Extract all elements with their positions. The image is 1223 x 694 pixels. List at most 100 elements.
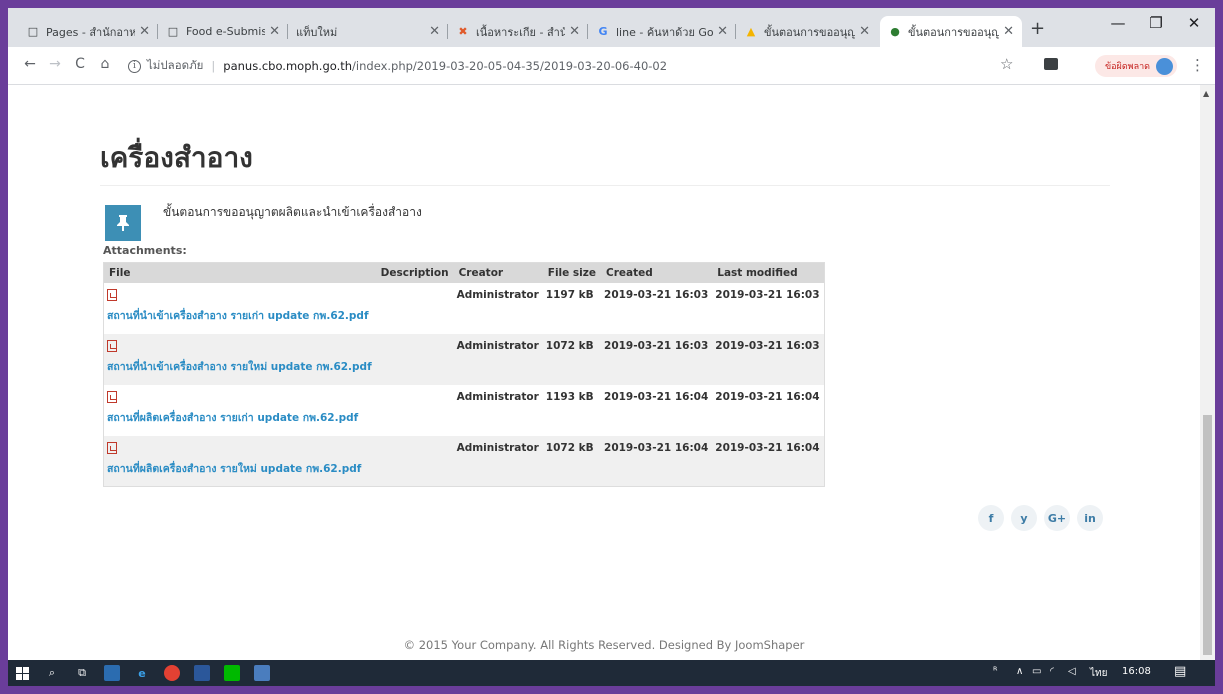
window-close-icon[interactable]: ✕: [1174, 14, 1214, 32]
scrollbar-thumb[interactable]: [1203, 415, 1212, 655]
tab-label: แท็บใหม่: [296, 25, 338, 39]
menu-icon[interactable]: ⋮: [1190, 56, 1205, 74]
browser-window: □ Pages - สำนักอาหาร ✕ □ Food e-Submissi…: [8, 8, 1215, 686]
taskbar: ⌕ ⧉ e ᴿ ∧ ▭ ◜ ◁ ไทย 16:08 ▤: [8, 660, 1215, 686]
info-icon[interactable]: i: [128, 59, 141, 73]
scroll-up-icon[interactable]: ▲: [1203, 89, 1209, 98]
extension-icon[interactable]: [1044, 58, 1058, 70]
description-cell: [376, 283, 454, 334]
creator-cell: Administrator: [453, 333, 543, 385]
windows-start-icon[interactable]: [14, 665, 30, 681]
created-cell: 2019-03-21 16:03: [604, 288, 709, 301]
input-language[interactable]: ไทย: [1090, 666, 1107, 681]
minimize-icon[interactable]: —: [1098, 14, 1138, 32]
file-link[interactable]: สถานที่ผลิตเครื่องสำอาง รายเก่า update ก…: [107, 409, 372, 426]
close-icon[interactable]: ✕: [269, 24, 280, 39]
people-icon[interactable]: ᴿ: [993, 666, 997, 677]
home-icon[interactable]: ⌂: [95, 56, 115, 72]
column-header: Created: [601, 262, 713, 283]
edge-icon[interactable]: e: [134, 665, 150, 681]
tab-google-search[interactable]: G line - ค้นหาด้วย Go ✕: [588, 16, 736, 47]
table-row: สถานที่ผลิตเครื่องสำอาง รายเก่า update ก…: [104, 385, 825, 436]
column-header: File: [103, 262, 376, 283]
attachments-label: Attachments:: [103, 244, 187, 257]
address-bar[interactable]: i ไม่ปลอดภัย | panus.cbo.moph.go.th /ind…: [128, 52, 928, 80]
column-header: Description: [375, 262, 454, 283]
tab-strip: □ Pages - สำนักอาหาร ✕ □ Food e-Submissi…: [8, 8, 1215, 47]
modified-cell: 2019-03-21 16:03: [715, 288, 820, 301]
close-icon[interactable]: ✕: [569, 24, 580, 39]
file-link[interactable]: สถานที่นำเข้าเครื่องสำอาง รายใหม่ update…: [107, 358, 372, 375]
file-cell: สถานที่นำเข้าเครื่องสำอาง รายเก่า update…: [104, 283, 376, 334]
tab-new[interactable]: แท็บใหม่ ✕: [288, 16, 448, 47]
attachments-table: File Description Creator File size Creat…: [103, 262, 825, 487]
close-icon[interactable]: ✕: [859, 24, 870, 39]
browser-toolbar: ← → C ⌂ i ไม่ปลอดภัย | panus.cbo.moph.go…: [8, 47, 1215, 85]
description-cell: [375, 435, 454, 487]
url-path: /index.php/2019-03-20-05-04-35/2019-03-2…: [352, 59, 668, 73]
tab-label: ขั้นตอนการขออนุญ: [908, 25, 1000, 39]
size-cell: 1072 kB: [542, 333, 602, 385]
file-link[interactable]: สถานที่นำเข้าเครื่องสำอาง รายเก่า update…: [107, 307, 372, 324]
error-label: ข้อผิดพลาด: [1105, 62, 1151, 72]
modified-cell: 2019-03-21 16:03: [712, 333, 825, 385]
table-row: สถานที่นำเข้าเครื่องสำอาง รายใหม่ update…: [103, 333, 825, 385]
modified-cell: 2019-03-21 16:04: [712, 435, 825, 487]
tab-drive[interactable]: ▲ ขั้นตอนการขออนุญ ✕: [736, 16, 878, 47]
twitter-icon[interactable]: y: [1011, 505, 1037, 531]
volume-icon[interactable]: ◁: [1068, 666, 1076, 677]
back-arrow-icon[interactable]: ←: [20, 56, 40, 72]
linkedin-icon[interactable]: in: [1077, 505, 1103, 531]
close-icon[interactable]: ✕: [1003, 24, 1014, 39]
scrollbar[interactable]: ▲: [1200, 85, 1215, 660]
tab-joomla[interactable]: ✖ เนื้อหาระเกีย - สำนัก ✕: [448, 16, 588, 47]
tab-active[interactable]: ● ขั้นตอนการขออนุญ ✕: [880, 16, 1022, 47]
table-row: สถานที่ผลิตเครื่องสำอาง รายใหม่ update ก…: [103, 435, 825, 487]
close-icon[interactable]: ✕: [139, 24, 150, 39]
line-icon[interactable]: [224, 665, 240, 681]
battery-icon[interactable]: ▭: [1032, 666, 1041, 677]
created-cell: 2019-03-21 16:04: [601, 435, 713, 487]
wifi-icon[interactable]: ◜: [1050, 666, 1054, 677]
bookmark-star-icon[interactable]: ☆: [1000, 55, 1013, 73]
created-cell: 2019-03-21 16:04: [604, 390, 709, 403]
task-view-icon[interactable]: ⧉: [74, 665, 90, 681]
facebook-icon[interactable]: f: [978, 505, 1004, 531]
word-icon[interactable]: [194, 665, 210, 681]
avatar[interactable]: [1156, 57, 1174, 75]
tab-label: Food e-Submission: [186, 25, 266, 38]
notification-icon[interactable]: ▤: [1174, 664, 1186, 679]
close-icon[interactable]: ✕: [717, 24, 728, 39]
chevron-up-icon[interactable]: ∧: [1016, 666, 1023, 677]
size-cell: 1197 kB: [545, 288, 594, 301]
maximize-icon[interactable]: ❐: [1136, 14, 1176, 32]
google-plus-icon[interactable]: G+: [1044, 505, 1070, 531]
close-icon[interactable]: ✕: [429, 24, 440, 39]
creator-cell: Administrator: [456, 288, 539, 301]
search-icon[interactable]: ⌕: [44, 665, 60, 681]
table-header: File Description Creator File size Creat…: [103, 262, 825, 283]
tab-pages[interactable]: □ Pages - สำนักอาหาร ✕: [18, 16, 158, 47]
file-link[interactable]: สถานที่ผลิตเครื่องสำอาง รายใหม่ update ก…: [107, 460, 372, 477]
new-tab-button[interactable]: +: [1030, 18, 1045, 39]
forward-arrow-icon[interactable]: →: [45, 56, 65, 72]
page-icon: □: [167, 25, 179, 38]
size-cell: 1072 kB: [542, 435, 602, 487]
clock[interactable]: 16:08: [1122, 666, 1151, 677]
creator-cell: Administrator: [456, 390, 539, 403]
tab-label: Pages - สำนักอาหาร: [46, 25, 136, 39]
error-button[interactable]: ข้อผิดพลาด: [1095, 55, 1178, 77]
size-cell: 1193 kB: [545, 390, 594, 403]
tab-label: line - ค้นหาด้วย Go: [616, 25, 714, 39]
chrome-icon[interactable]: [164, 665, 180, 681]
app-icon[interactable]: [254, 665, 270, 681]
footer-copyright: © 2015 Your Company. All Rights Reserved…: [403, 638, 805, 652]
file-explorer-icon[interactable]: [104, 665, 120, 681]
file-cell: สถานที่นำเข้าเครื่องสำอาง รายใหม่ update…: [103, 333, 376, 385]
tab-food-esubmission[interactable]: □ Food e-Submission ✕: [158, 16, 288, 47]
reload-icon[interactable]: C: [70, 56, 90, 72]
pdf-icon: [107, 441, 117, 454]
column-header: Last modified: [712, 262, 825, 283]
page-content: เครื่องสำอาง ขั้นตอนการขออนุญาตผลิตและนำ…: [8, 85, 1200, 660]
file-cell: สถานที่ผลิตเครื่องสำอาง รายเก่า update ก…: [104, 385, 376, 436]
